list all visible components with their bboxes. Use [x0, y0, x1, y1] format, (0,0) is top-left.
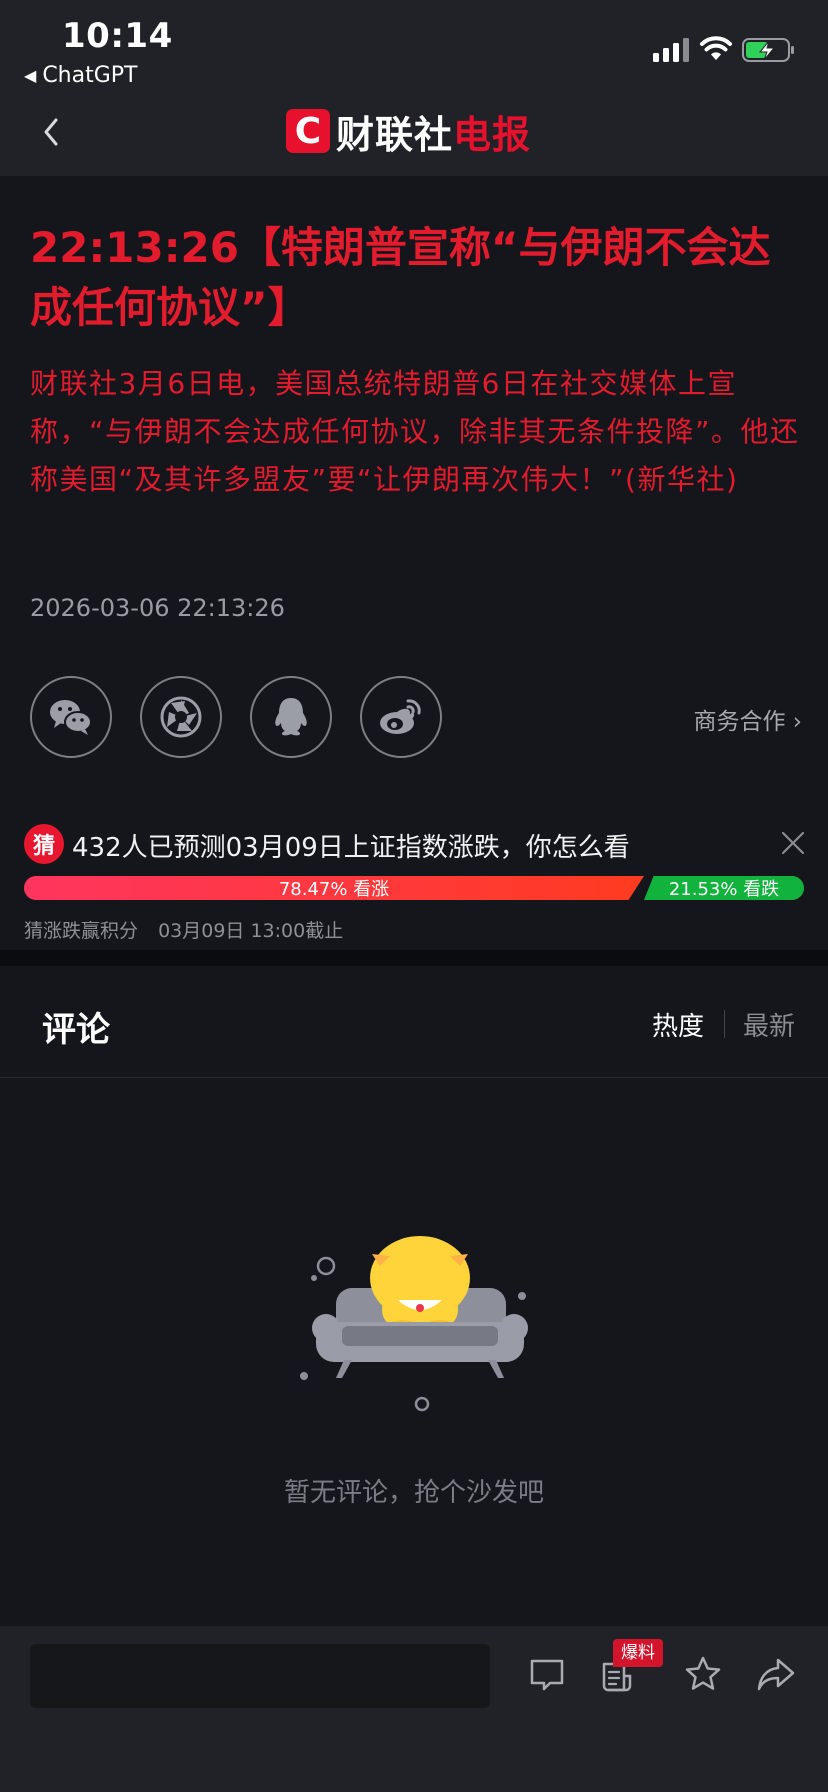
empty-comments-illustration	[300, 1236, 528, 1412]
wechat-icon	[50, 700, 92, 735]
share-weibo-button[interactable]	[360, 676, 442, 758]
wifi-icon	[700, 36, 732, 60]
logo-text-white: 财联社	[336, 112, 454, 157]
section-divider	[0, 950, 828, 966]
share-moments-button[interactable]	[140, 676, 222, 758]
cls-telegraph-logo: C 财联社 电报	[286, 108, 531, 157]
article-headline: 22:13:26【特朗普宣称“与伊朗不会达成任何协议”】	[30, 223, 771, 332]
prediction-deadline: 03月09日 13:00截止	[158, 920, 344, 942]
article-datetime: 2026-03-06 22:13:26	[30, 594, 285, 622]
favorite-star-icon[interactable]	[683, 1654, 723, 1694]
sort-separator	[724, 1010, 725, 1038]
predict-up-bar[interactable]: 78.47% 看涨	[24, 876, 644, 900]
top-area: 10:14 ◀ ChatGPT C 财联社 电报	[0, 0, 828, 176]
guess-badge: 猜	[24, 824, 64, 864]
article-body: 财联社3月6日电，美国总统特朗普6日在社交媒体上宣称，“与伊朗不会达成任何协议，…	[30, 367, 800, 496]
nav-bar: C 财联社 电报	[0, 94, 828, 176]
article: 22:13:26【特朗普宣称“与伊朗不会达成任何协议”】 财联社3月6日电，美国…	[30, 218, 802, 504]
back-app-label: ChatGPT	[42, 63, 138, 88]
share-row: 商务合作 ›	[30, 676, 802, 760]
scoop-tag: 爆料	[613, 1639, 663, 1667]
qq-icon	[275, 698, 307, 736]
comments-title: 评论	[42, 1010, 110, 1050]
predict-up-label: 78.47% 看涨	[278, 879, 390, 900]
bottom-action-bar: 爆料	[0, 1626, 828, 1792]
sort-by-latest-tab[interactable]: 最新	[743, 1006, 795, 1043]
logo-text-red: 电报	[453, 112, 532, 157]
back-to-app-link[interactable]: ◀ ChatGPT	[24, 63, 137, 88]
logo-c-mark: C	[286, 109, 330, 153]
comment-icon[interactable]	[527, 1654, 567, 1694]
close-icon[interactable]	[780, 830, 806, 856]
prediction-footer: 猜涨跌赢积分 03月09日 13:00截止	[24, 916, 343, 943]
share-qq-button[interactable]	[250, 676, 332, 758]
moments-icon	[160, 696, 202, 738]
weibo-icon	[380, 699, 421, 734]
back-triangle-icon: ◀	[24, 66, 37, 85]
predict-down-bar[interactable]: 21.53% 看跌	[644, 876, 804, 900]
status-bar: 10:14 ◀ ChatGPT	[0, 0, 828, 94]
cellular-signal-icon	[653, 38, 689, 62]
predict-down-label: 21.53% 看跌	[668, 879, 780, 900]
battery-charging-icon	[742, 38, 794, 62]
share-forward-icon[interactable]	[756, 1654, 796, 1694]
prediction-panel: 猜 432人已预测03月09日上证指数涨跌，你怎么看 78.47% 看涨 21.…	[0, 814, 828, 950]
sort-by-hot-tab[interactable]: 热度	[652, 1006, 704, 1043]
empty-comments-text: 暂无评论，抢个沙发吧	[283, 1478, 544, 1508]
comments-header: 评论 热度 最新	[0, 966, 828, 1078]
prediction-title: 432人已预测03月09日上证指数涨跌，你怎么看	[72, 833, 630, 863]
share-wechat-button[interactable]	[30, 676, 112, 758]
business-cooperation-link[interactable]: 商务合作 ›	[693, 702, 802, 736]
back-arrow-icon[interactable]	[36, 110, 68, 154]
status-time: 10:14	[62, 16, 173, 56]
comment-input[interactable]	[30, 1644, 490, 1708]
prediction-reward-text: 猜涨跌赢积分	[24, 920, 139, 942]
